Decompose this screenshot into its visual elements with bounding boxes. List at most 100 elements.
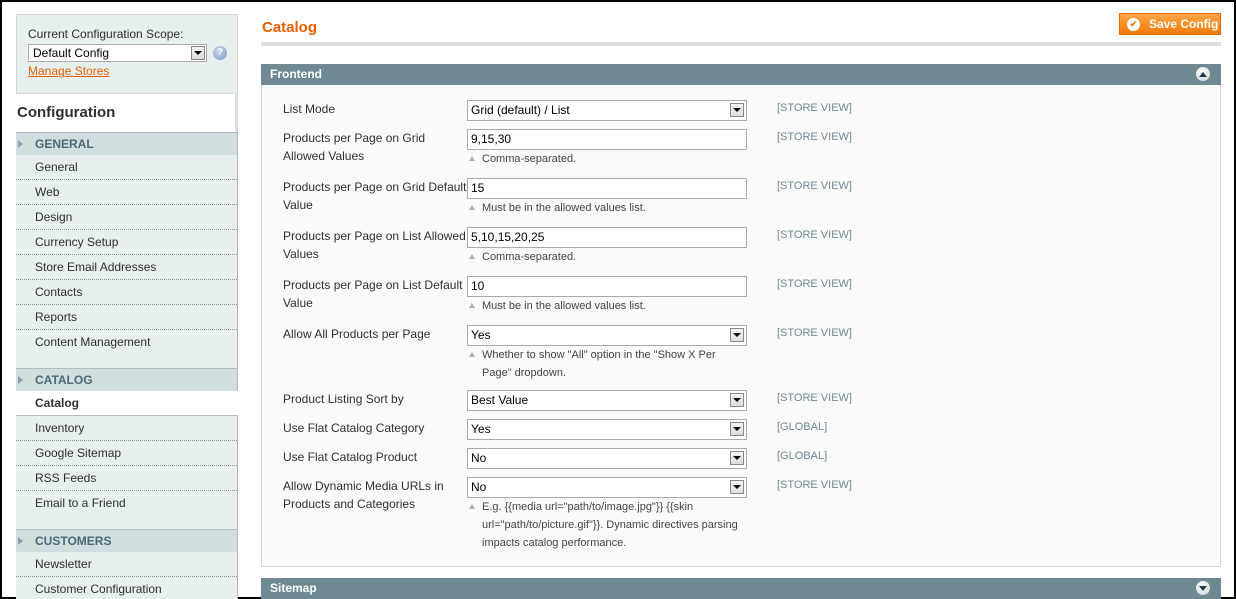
scope-badge: [STORE VIEW] [777, 102, 852, 114]
grid-allowed-values-input[interactable]: 9,15,30 [467, 129, 747, 150]
field-label: Allow All Products per Page [283, 327, 431, 341]
collapse-icon[interactable] [1196, 67, 1210, 81]
scope-badge: [STORE VIEW] [777, 278, 852, 290]
sidebar-item-web[interactable]: Web [16, 180, 237, 205]
scope-badge: [STORE VIEW] [777, 327, 852, 339]
scope-badge: [STORE VIEW] [777, 392, 852, 404]
sidebar-item-inventory[interactable]: Inventory [16, 416, 237, 441]
nav-group-catalog[interactable]: CATALOG [16, 368, 237, 391]
select-value: Yes [471, 422, 491, 436]
sidebar-title: Configuration [16, 94, 238, 132]
field-row-grid-default-value: Products per Page on Grid Default Value … [262, 178, 1220, 227]
nav-group-label: GENERAL [35, 137, 94, 151]
flat-catalog-product-select[interactable]: No [467, 448, 747, 469]
page-header: Catalog ✔ Save Config [261, 2, 1221, 46]
sidebar-item-rss-feeds[interactable]: RSS Feeds [16, 466, 237, 491]
select-value: No [471, 480, 487, 494]
field-label: Product Listing Sort by [283, 392, 404, 406]
flat-catalog-category-select[interactable]: Yes [467, 419, 747, 440]
field-label: Use Flat Catalog Product [283, 450, 418, 464]
section-title: Sitemap [270, 581, 317, 595]
chevron-down-icon [730, 393, 744, 407]
list-mode-select[interactable]: Grid (default) / List [467, 100, 747, 121]
chevron-down-icon [730, 328, 744, 342]
allow-all-products-select[interactable]: Yes [467, 325, 747, 346]
section-header-sitemap[interactable]: Sitemap [261, 578, 1221, 599]
field-row-grid-allowed-values: Products per Page on Grid Allowed Values… [262, 129, 1220, 178]
field-row-list-default-value: Products per Page on List Default Value … [262, 276, 1220, 325]
sidebar-item-currency-setup[interactable]: Currency Setup [16, 230, 237, 255]
scope-select-value: Default Config [33, 46, 110, 60]
help-icon[interactable]: ? [213, 46, 227, 60]
select-value: Best Value [471, 393, 529, 407]
sidebar-item-google-sitemap[interactable]: Google Sitemap [16, 441, 237, 466]
field-label: Products per Page on List Allowed Values [283, 229, 466, 261]
nav-group-general[interactable]: GENERAL [16, 132, 237, 155]
field-note: Comma-separated. [467, 150, 747, 168]
sidebar-item-store-email-addresses[interactable]: Store Email Addresses [16, 255, 237, 280]
save-config-button[interactable]: ✔ Save Config [1119, 13, 1221, 35]
scope-badge: [GLOBAL] [777, 450, 828, 462]
dynamic-media-urls-select[interactable]: No [467, 477, 747, 498]
checkmark-icon: ✔ [1127, 17, 1140, 31]
section-title: Frontend [270, 67, 322, 81]
sidebar-item-design[interactable]: Design [16, 205, 237, 230]
sidebar-item-content-management[interactable]: Content Management [16, 330, 237, 358]
chevron-down-icon [730, 422, 744, 436]
field-row-flat-catalog-product: Use Flat Catalog Product No [GLOBAL] [262, 448, 1220, 477]
grid-default-value-input[interactable]: 15 [467, 178, 747, 199]
select-value: Yes [471, 328, 491, 342]
caret-right-icon [18, 537, 23, 545]
expand-icon[interactable] [1196, 581, 1210, 595]
section-header-frontend[interactable]: Frontend [261, 64, 1221, 85]
field-row-sort-by: Product Listing Sort by Best Value [STOR… [262, 390, 1220, 419]
main-content: Catalog ✔ Save Config Frontend List Mode… [261, 2, 1221, 599]
sidebar-item-email-to-a-friend[interactable]: Email to a Friend [16, 491, 237, 519]
caret-right-icon [18, 376, 23, 384]
chevron-down-icon [730, 103, 744, 117]
scope-badge: [STORE VIEW] [777, 479, 852, 491]
scope-badge: [STORE VIEW] [777, 131, 852, 143]
chevron-down-icon [191, 46, 206, 60]
sidebar-item-catalog[interactable]: Catalog [16, 391, 238, 416]
sidebar-item-reports[interactable]: Reports [16, 305, 237, 330]
field-label: List Mode [283, 102, 336, 116]
field-note: Must be in the allowed values list. [467, 297, 747, 315]
sort-by-select[interactable]: Best Value [467, 390, 747, 411]
sidebar-item-contacts[interactable]: Contacts [16, 280, 237, 305]
field-row-list-allowed-values: Products per Page on List Allowed Values… [262, 227, 1220, 276]
select-value: No [471, 451, 487, 465]
field-row-flat-catalog-category: Use Flat Catalog Category Yes [GLOBAL] [262, 419, 1220, 448]
field-label: Products per Page on List Default Value [283, 278, 463, 310]
section-frontend: Frontend List Mode Grid (default) / List… [261, 64, 1221, 567]
scope-label: Current Configuration Scope: [28, 27, 184, 41]
sidebar-item-general[interactable]: General [16, 155, 237, 180]
field-row-allow-all-products: Allow All Products per Page Yes Whether … [262, 325, 1220, 390]
scope-badge: [STORE VIEW] [777, 229, 852, 241]
scope-select[interactable]: Default Config [28, 44, 208, 62]
field-note: Must be in the allowed values list. [467, 199, 747, 217]
chevron-down-icon [730, 451, 744, 465]
page-title: Catalog [262, 19, 318, 36]
field-label: Products per Page on Grid Allowed Values [283, 131, 426, 163]
field-label: Products per Page on Grid Default Value [283, 180, 467, 212]
select-value: Grid (default) / List [471, 103, 570, 117]
caret-right-icon [18, 140, 23, 148]
sidebar-item-customer-configuration[interactable]: Customer Configuration [16, 577, 237, 599]
section-sitemap: Sitemap [261, 578, 1221, 599]
config-nav: GENERAL General Web Design Currency Setu… [16, 132, 238, 599]
list-allowed-values-input[interactable]: 5,10,15,20,25 [467, 227, 747, 248]
chevron-down-icon [730, 480, 744, 494]
nav-group-customers[interactable]: CUSTOMERS [16, 529, 237, 552]
frontend-fieldset: List Mode Grid (default) / List [STORE V… [261, 85, 1221, 567]
field-note: Whether to show "All" option in the "Sho… [467, 346, 747, 382]
scope-badge: [GLOBAL] [777, 421, 828, 433]
nav-group-label: CATALOG [35, 373, 93, 387]
field-note: Comma-separated. [467, 248, 747, 266]
list-default-value-input[interactable]: 10 [467, 276, 747, 297]
manage-stores-link[interactable]: Manage Stores [28, 64, 109, 78]
sidebar: Current Configuration Scope: Default Con… [16, 14, 238, 599]
field-note: E.g. {{media url="path/to/image.jpg"}} {… [467, 498, 747, 552]
field-row-dynamic-media-urls: Allow Dynamic Media URLs in Products and… [262, 477, 1220, 552]
sidebar-item-newsletter[interactable]: Newsletter [16, 552, 237, 577]
